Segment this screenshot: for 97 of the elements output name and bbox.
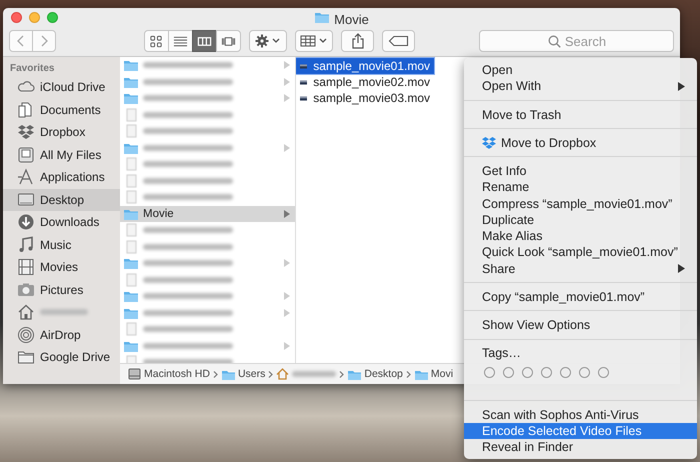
applications-icon: [17, 168, 35, 186]
menu-item[interactable]: Make Alias: [464, 228, 697, 244]
home-icon: [276, 368, 290, 380]
airdrop-icon: [17, 326, 35, 344]
action-button[interactable]: [249, 30, 287, 52]
menu-item[interactable]: Encode Selected Video Files: [464, 422, 697, 439]
folder-icon: [347, 368, 362, 380]
chevron-right-icon: [268, 370, 274, 378]
view-button[interactable]: [144, 30, 169, 52]
disclosure-arrow-icon: [284, 259, 290, 268]
sidebar-item[interactable]: iCloud Drive: [3, 76, 120, 98]
path-item[interactable]: Desktop: [364, 368, 403, 380]
menu-item[interactable]: Quick Look “sample_movie01.mov”: [464, 244, 697, 260]
share-icon: [350, 33, 364, 49]
folder-icon: [414, 368, 428, 380]
arrange-button[interactable]: [295, 30, 333, 52]
menu-item[interactable]: Reveal in Finder: [464, 438, 697, 456]
search-icon: [548, 35, 561, 48]
disclosure-arrow-icon: [284, 210, 290, 218]
menu-item[interactable]: Open: [464, 62, 697, 78]
dropbox-icon: [17, 123, 35, 142]
tag-circle[interactable]: [541, 367, 552, 378]
view-button[interactable]: [168, 30, 193, 52]
window-title: Movie: [334, 12, 369, 27]
sidebar-item[interactable]: Downloads: [3, 211, 120, 234]
list-row[interactable]: Movie: [120, 206, 295, 222]
blurred-label: [40, 309, 88, 316]
gear-icon: [255, 34, 281, 48]
section-heading: Favorites: [9, 62, 56, 76]
tag-circle[interactable]: [598, 367, 609, 378]
path-item[interactable]: Movi: [430, 368, 454, 380]
folder-icon: [123, 289, 139, 304]
folder-icon: [123, 91, 139, 106]
film-icon: [17, 258, 35, 276]
folder-icon: [220, 368, 235, 380]
menu-item[interactable]: Scan with Sophos Anti-Virus: [464, 406, 697, 423]
dropbox-icon: [482, 136, 496, 150]
sidebar-item[interactable]: Desktop: [3, 188, 120, 211]
files-icon: [17, 146, 35, 164]
music-note-icon: [17, 236, 35, 254]
grid-icon: [300, 34, 328, 48]
tag-circle[interactable]: [503, 367, 514, 378]
disclosure-arrow-icon: [284, 144, 290, 152]
tag-circle[interactable]: [522, 367, 533, 378]
tag-circle[interactable]: [579, 367, 590, 378]
sidebar-item[interactable]: Documents: [3, 98, 120, 121]
minimize-button[interactable]: [29, 12, 40, 22]
menu-item[interactable]: Copy “sample_movie01.mov”: [464, 288, 697, 305]
home-icon: [17, 303, 35, 322]
menu-item[interactable]: Show View Options: [464, 316, 697, 334]
blurred-label: [292, 371, 336, 377]
view-button[interactable]: [216, 30, 241, 52]
share-button[interactable]: [341, 30, 374, 52]
sidebar-item[interactable]: Pictures: [3, 278, 120, 301]
download-icon: [17, 213, 35, 232]
menu-item[interactable]: Rename: [464, 179, 697, 196]
close-button[interactable]: [11, 12, 22, 22]
back-button[interactable]: [9, 30, 33, 52]
chevron-left-icon: [17, 35, 25, 47]
tag-button[interactable]: [382, 30, 415, 52]
file-row[interactable]: sample_movie02.mov: [296, 74, 434, 90]
folder-icon: [314, 10, 330, 24]
view-button[interactable]: [192, 30, 217, 52]
menu-item[interactable]: Tags…: [464, 345, 697, 362]
menu-item[interactable]: Share: [464, 260, 697, 277]
menu-item[interactable]: Move to Dropbox: [464, 134, 697, 151]
folder-icon: [123, 58, 139, 72]
menu-item[interactable]: Get Info: [464, 162, 697, 180]
icon-grid-icon: [149, 34, 164, 48]
camera-icon: [17, 280, 35, 299]
sidebar-item[interactable]: Google Drive: [3, 346, 120, 368]
file-row[interactable]: sample_movie03.mov: [296, 90, 434, 106]
folder-icon: [123, 256, 139, 270]
sidebar-item[interactable]: Music: [3, 234, 120, 256]
menu-item[interactable]: Compress “sample_movie01.mov”: [464, 195, 697, 212]
chevron-right-icon: [339, 370, 344, 378]
chevron-right-icon: [406, 370, 411, 378]
zoom-button[interactable]: [47, 12, 58, 22]
path-item[interactable]: Macintosh HD: [144, 368, 210, 380]
tag-icon: [388, 35, 410, 47]
menu-item[interactable]: Open With: [464, 78, 697, 94]
file-row[interactable]: sample_movie01.mov: [296, 58, 434, 74]
sidebar-item[interactable]: Applications: [3, 166, 120, 188]
menu-item[interactable]: Duplicate: [464, 212, 697, 228]
menu-item[interactable]: Move to Trash: [464, 106, 697, 123]
search-field[interactable]: Search: [479, 30, 674, 52]
sidebar-item[interactable]: AirDrop: [3, 324, 120, 346]
disclosure-arrow-icon: [284, 342, 290, 350]
chevron-right-icon: [212, 370, 218, 378]
sidebar-item[interactable]: All My Files: [3, 144, 120, 166]
tag-circle[interactable]: [560, 367, 571, 378]
sidebar-item[interactable]: Dropbox: [3, 121, 120, 144]
tag-circle[interactable]: [484, 367, 495, 378]
path-item[interactable]: Users: [238, 368, 266, 380]
chevron-right-icon: [40, 35, 48, 47]
forward-button[interactable]: [32, 30, 56, 52]
sidebar-item[interactable]: Movies: [3, 256, 120, 278]
